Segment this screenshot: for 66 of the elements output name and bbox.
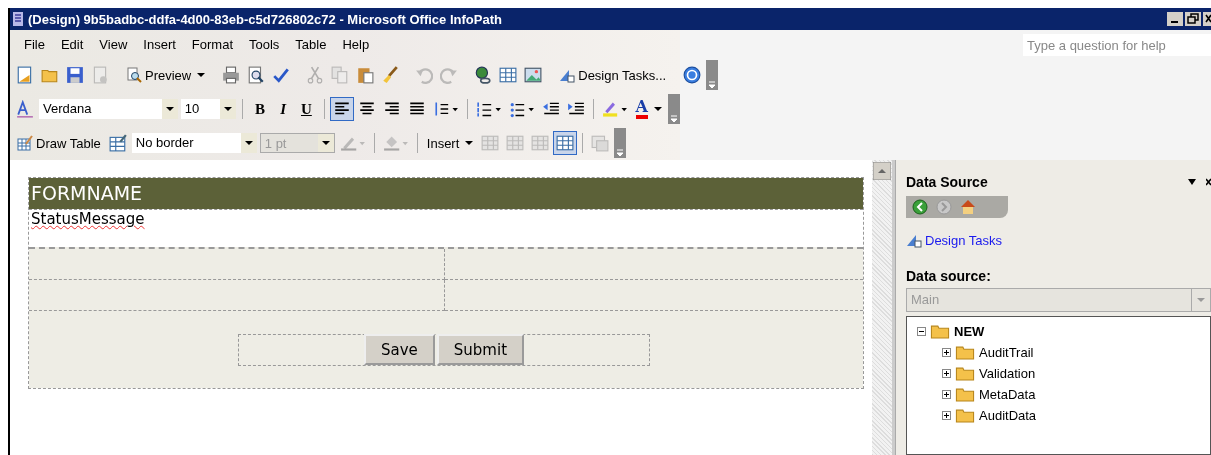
menu-item[interactable]: Edit bbox=[52, 36, 92, 52]
text-style-button[interactable]: B bbox=[249, 98, 272, 120]
back-icon[interactable] bbox=[912, 199, 928, 215]
menu-item[interactable]: Help bbox=[334, 36, 378, 52]
restore-icon[interactable] bbox=[1185, 12, 1201, 26]
tree-item[interactable]: NEW bbox=[954, 324, 985, 339]
font-field[interactable]: Verdana bbox=[39, 99, 178, 119]
insert-button[interactable]: Insert bbox=[423, 133, 477, 153]
toolbar-options-icon[interactable] bbox=[614, 128, 627, 158]
close-icon[interactable] bbox=[1206, 178, 1211, 186]
toolbar-options-icon[interactable] bbox=[706, 60, 719, 90]
expand-icon[interactable] bbox=[942, 348, 951, 357]
folder-icon bbox=[955, 408, 975, 423]
table-cell[interactable] bbox=[29, 249, 445, 280]
app-icon bbox=[12, 11, 24, 27]
button-row-cell[interactable]: Save Submit bbox=[29, 311, 863, 388]
draw-table-button[interactable]: Draw Table bbox=[14, 133, 104, 153]
align-icon[interactable] bbox=[330, 98, 353, 120]
preview-button[interactable]: Preview bbox=[123, 65, 209, 85]
table-properties-icon[interactable] bbox=[106, 132, 129, 154]
tree-item[interactable]: AuditData bbox=[979, 408, 1037, 423]
folder-icon bbox=[955, 387, 975, 402]
form-button[interactable]: Save bbox=[363, 334, 435, 365]
text-style-button[interactable]: U bbox=[294, 98, 318, 120]
data-source-label: Data source: bbox=[906, 268, 992, 284]
tree-item[interactable]: AuditTrail bbox=[979, 345, 1034, 360]
expand-icon[interactable] bbox=[942, 411, 951, 420]
scrollbar[interactable] bbox=[872, 160, 895, 455]
font-size-field[interactable]: 10 bbox=[180, 99, 237, 119]
window-title: (Design) 9b5badbc-ddfa-4d00-83eb-c5d726802c72 - Microsoft Office InfoPath bbox=[28, 11, 502, 27]
pane-title: Data Source bbox=[906, 174, 988, 190]
save-icon[interactable] bbox=[64, 64, 86, 86]
menu-item[interactable]: Table bbox=[287, 36, 335, 52]
table-grid-icon[interactable] bbox=[554, 132, 577, 154]
text-style-button[interactable]: I bbox=[274, 98, 292, 120]
folder-icon bbox=[955, 366, 975, 381]
pane-menu-icon[interactable] bbox=[1188, 179, 1196, 185]
status-message[interactable]: StatusMessage bbox=[29, 210, 145, 228]
draw-table-icon bbox=[17, 135, 33, 151]
preview-icon bbox=[126, 67, 142, 83]
font-color-button[interactable]: A bbox=[632, 99, 665, 119]
menu-item[interactable]: View bbox=[91, 36, 136, 52]
design-tasks-link[interactable]: Design Tasks bbox=[925, 232, 1003, 248]
home-icon[interactable] bbox=[960, 199, 976, 215]
expand-icon[interactable] bbox=[942, 390, 951, 399]
border-style-field[interactable]: No border bbox=[131, 133, 257, 153]
font-style-icon[interactable] bbox=[14, 98, 36, 120]
tree-item[interactable]: MetaData bbox=[979, 387, 1036, 402]
menu-item[interactable]: Tools bbox=[241, 36, 288, 52]
help-search-field[interactable]: Type a question for help bbox=[1023, 34, 1211, 56]
menu-item[interactable]: File bbox=[16, 36, 53, 52]
menu-item[interactable]: Insert bbox=[135, 36, 184, 52]
design-tasks-button[interactable]: Design Tasks... bbox=[556, 65, 670, 85]
toolbar-options-icon[interactable] bbox=[668, 94, 680, 124]
collapse-icon[interactable] bbox=[917, 327, 926, 336]
folder-icon bbox=[955, 345, 975, 360]
close-icon[interactable] bbox=[1203, 12, 1211, 26]
folder-icon bbox=[930, 324, 950, 339]
button-section[interactable]: Save Submit bbox=[238, 333, 650, 366]
form-header: FORMNAME bbox=[29, 178, 863, 209]
form-button[interactable]: Submit bbox=[436, 334, 524, 365]
menu-item[interactable]: Format bbox=[183, 36, 241, 52]
scroll-up-icon[interactable] bbox=[873, 162, 891, 180]
tree-item[interactable]: Validation bbox=[979, 366, 1036, 381]
expand-icon[interactable] bbox=[942, 369, 951, 378]
minimize-icon[interactable] bbox=[1167, 12, 1183, 26]
